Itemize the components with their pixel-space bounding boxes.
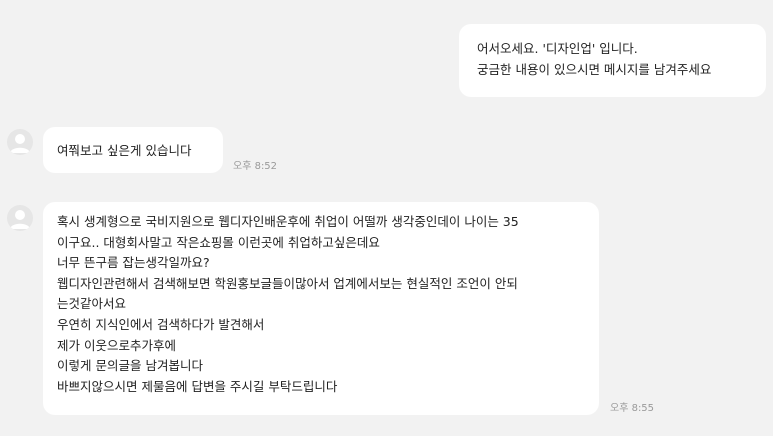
user-avatar[interactable]	[7, 129, 33, 155]
user-avatar[interactable]	[7, 205, 33, 231]
message-text-line: 혹시 생계형으로 국비지원으로 웹디자인배운후에 취업이 어떨까 생각중인데이 …	[57, 214, 519, 229]
message-text-line: 웹디자인관련해서 검색해보면 학원홍보글들이많아서 업계에서보는 현실적인 조언…	[57, 275, 518, 291]
message-text-line: 이렇게 문의글을 남겨봅니다	[57, 358, 203, 374]
message-bubble-long-question: 혹시 생계형으로 국비지원으로 웹디자인배운후에 취업이 어떨까 생각중인데이 …	[43, 202, 599, 415]
message-timestamp: 오후 8:55	[610, 403, 655, 414]
message-text-line: 여쭤보고 싶은게 있습니다	[57, 143, 192, 158]
message-text-line: 제가 이웃으로추가후에	[57, 337, 176, 353]
message-text-line: 궁금한 내용이 있으시면 메시지를 남겨주세요	[477, 61, 712, 77]
message-text-line: 우연히 지식인에서 검색하다가 발견해서	[57, 316, 265, 332]
default-user-avatar-icon	[10, 210, 30, 229]
message-timestamp: 오후 8:52	[233, 161, 278, 172]
default-user-avatar-icon	[10, 134, 30, 153]
message-text-line: 너무 뜬구름 잡는생각일까요?	[57, 255, 210, 271]
message-text-line: 바쁘지않으시면 제물음에 답변을 주시길 부탁드립니다	[57, 378, 338, 394]
message-text-line: 이구요.. 대형회사말고 작은쇼핑몰 이런곳에 취업하고싶은데요	[57, 234, 380, 250]
message-text-line: 어서오세요. '디자인업' 입니다.	[477, 41, 638, 56]
message-bubble-greeting: 어서오세요. '디자인업' 입니다. 궁금한 내용이 있으시면 메시지를 남겨주…	[459, 24, 766, 97]
message-bubble-question: 여쭤보고 싶은게 있습니다	[43, 127, 223, 173]
message-text-line: 는것같아서요	[57, 296, 127, 312]
